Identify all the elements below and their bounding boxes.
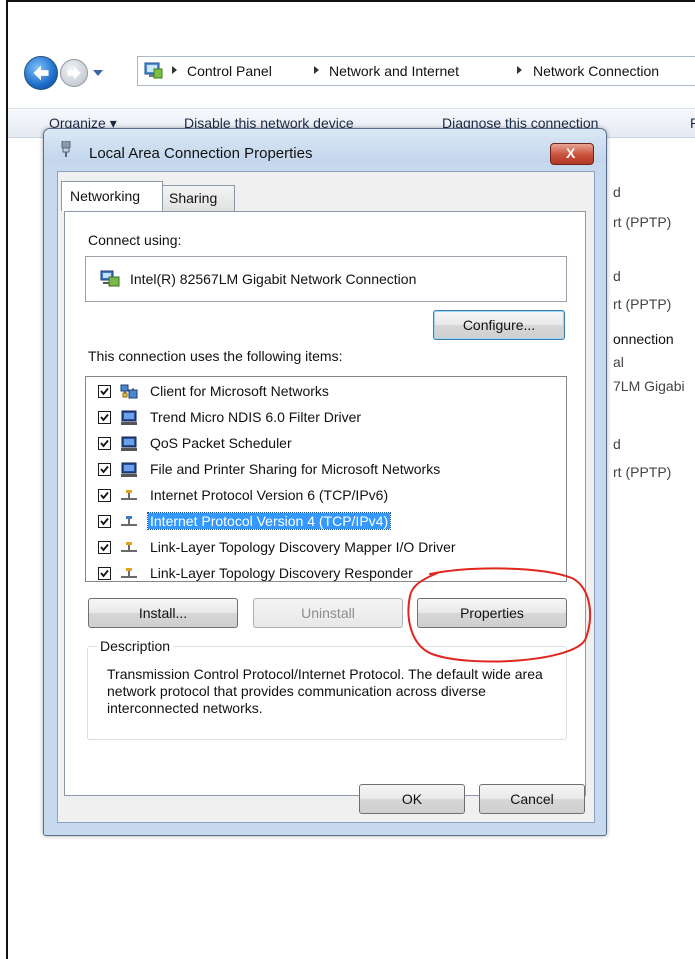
list-item[interactable]: Client for Microsoft Networks bbox=[86, 381, 566, 403]
rename-command[interactable]: R bbox=[690, 115, 695, 131]
item-checkbox[interactable] bbox=[98, 541, 111, 554]
tab-networking[interactable]: Networking bbox=[61, 181, 163, 211]
checkmark-icon bbox=[100, 517, 109, 526]
item-checkbox[interactable] bbox=[98, 385, 111, 398]
list-item[interactable]: Internet Protocol Version 6 (TCP/IPv6) bbox=[86, 485, 566, 507]
ok-button[interactable]: OK bbox=[359, 784, 465, 814]
breadcrumb-separator-icon[interactable] bbox=[314, 66, 319, 74]
checkmark-icon bbox=[100, 491, 109, 500]
adapter-name: Intel(R) 82567LM Gigabit Network Connect… bbox=[130, 271, 417, 287]
address-bar: Control Panel Network and Internet Netwo… bbox=[22, 52, 695, 96]
tab-sharing[interactable]: Sharing bbox=[163, 185, 235, 211]
bg-connection-status: d bbox=[613, 436, 621, 452]
item-checkbox[interactable] bbox=[98, 463, 111, 476]
checkmark-icon bbox=[100, 387, 109, 396]
connect-using-label: Connect using: bbox=[88, 232, 182, 248]
item-label: Trend Micro NDIS 6.0 Filter Driver bbox=[150, 409, 362, 425]
configure-button[interactable]: Configure... bbox=[433, 310, 565, 340]
uninstall-button[interactable]: Uninstall bbox=[253, 598, 403, 628]
list-item[interactable]: QoS Packet Scheduler bbox=[86, 433, 566, 455]
forward-button[interactable] bbox=[60, 59, 88, 87]
properties-button[interactable]: Properties bbox=[417, 598, 567, 628]
items-label: This connection uses the following items… bbox=[88, 348, 343, 364]
install-button[interactable]: Install... bbox=[88, 598, 238, 628]
forward-arrow-icon bbox=[67, 66, 81, 80]
bg-connection-type: rt (PPTP) bbox=[613, 214, 672, 230]
computer-service-icon bbox=[121, 462, 137, 477]
item-label: QoS Packet Scheduler bbox=[150, 435, 292, 451]
cancel-button[interactable]: Cancel bbox=[479, 784, 585, 814]
breadcrumb-separator-icon[interactable] bbox=[517, 66, 522, 74]
computer-service-icon bbox=[121, 410, 137, 425]
list-item[interactable]: File and Printer Sharing for Microsoft N… bbox=[86, 459, 566, 481]
item-checkbox[interactable] bbox=[98, 411, 111, 424]
list-item[interactable]: Trend Micro NDIS 6.0 Filter Driver bbox=[86, 407, 566, 429]
breadcrumb-control-panel[interactable]: Control Panel bbox=[187, 63, 272, 79]
protocol-icon bbox=[121, 516, 137, 526]
checkmark-icon bbox=[100, 465, 109, 474]
recent-pages-dropdown-icon[interactable] bbox=[93, 70, 103, 76]
dialog-content: Networking Sharing Connect using: Intel(… bbox=[43, 128, 607, 836]
protocol-icon bbox=[121, 490, 137, 500]
checkmark-icon bbox=[100, 439, 109, 448]
bg-connection-status: d bbox=[613, 184, 621, 200]
list-item[interactable]: Link-Layer Topology Discovery Mapper I/O… bbox=[86, 537, 566, 559]
tab-sharing-label: Sharing bbox=[169, 190, 218, 206]
network-client-icon bbox=[120, 384, 138, 399]
back-button[interactable] bbox=[24, 56, 58, 90]
adapter-field: Intel(R) 82567LM Gigabit Network Connect… bbox=[85, 256, 567, 302]
control-panel-icon bbox=[144, 62, 163, 79]
protocol-icon bbox=[121, 542, 137, 552]
description-legend: Description bbox=[97, 638, 174, 654]
item-label: Link-Layer Topology Discovery Responder bbox=[150, 565, 413, 581]
breadcrumb-network-connections[interactable]: Network Connection bbox=[533, 63, 659, 79]
bg-connection-type: rt (PPTP) bbox=[613, 296, 672, 312]
bg-connection-status: d bbox=[613, 268, 621, 284]
checkmark-icon bbox=[100, 413, 109, 422]
tab-networking-label: Networking bbox=[70, 188, 141, 204]
list-item-selected[interactable]: Internet Protocol Version 4 (TCP/IPv4) bbox=[86, 511, 566, 533]
item-label: Link-Layer Topology Discovery Mapper I/O… bbox=[150, 539, 456, 555]
item-label: Internet Protocol Version 6 (TCP/IPv6) bbox=[150, 487, 389, 503]
item-checkbox[interactable] bbox=[98, 567, 111, 580]
back-arrow-icon bbox=[33, 65, 49, 81]
item-label: File and Printer Sharing for Microsoft N… bbox=[150, 461, 441, 477]
item-checkbox[interactable] bbox=[98, 515, 111, 528]
description-text: Transmission Control Protocol/Internet P… bbox=[107, 666, 543, 716]
breadcrumb-separator-icon[interactable] bbox=[172, 66, 177, 74]
breadcrumb[interactable]: Control Panel Network and Internet Netwo… bbox=[137, 56, 695, 86]
bg-connection-type: rt (PPTP) bbox=[613, 464, 672, 480]
item-label: Client for Microsoft Networks bbox=[150, 383, 329, 399]
bg-connection-status: al bbox=[613, 354, 624, 370]
checkmark-icon bbox=[100, 569, 109, 578]
computer-service-icon bbox=[121, 436, 137, 451]
bg-connection-adapter: 7LM Gigabi bbox=[613, 378, 685, 394]
item-label: Internet Protocol Version 4 (TCP/IPv4) bbox=[146, 512, 392, 530]
item-checkbox[interactable] bbox=[98, 489, 111, 502]
protocol-icon bbox=[121, 568, 137, 578]
item-checkbox[interactable] bbox=[98, 437, 111, 450]
network-adapter-icon bbox=[100, 270, 120, 287]
breadcrumb-network-and-internet[interactable]: Network and Internet bbox=[329, 63, 459, 79]
checkmark-icon bbox=[100, 543, 109, 552]
items-list[interactable]: Client for Microsoft Networks Trend Micr… bbox=[85, 376, 567, 582]
list-item[interactable]: Link-Layer Topology Discovery Responder bbox=[86, 563, 566, 581]
bg-connection-name[interactable]: onnection bbox=[613, 331, 674, 347]
